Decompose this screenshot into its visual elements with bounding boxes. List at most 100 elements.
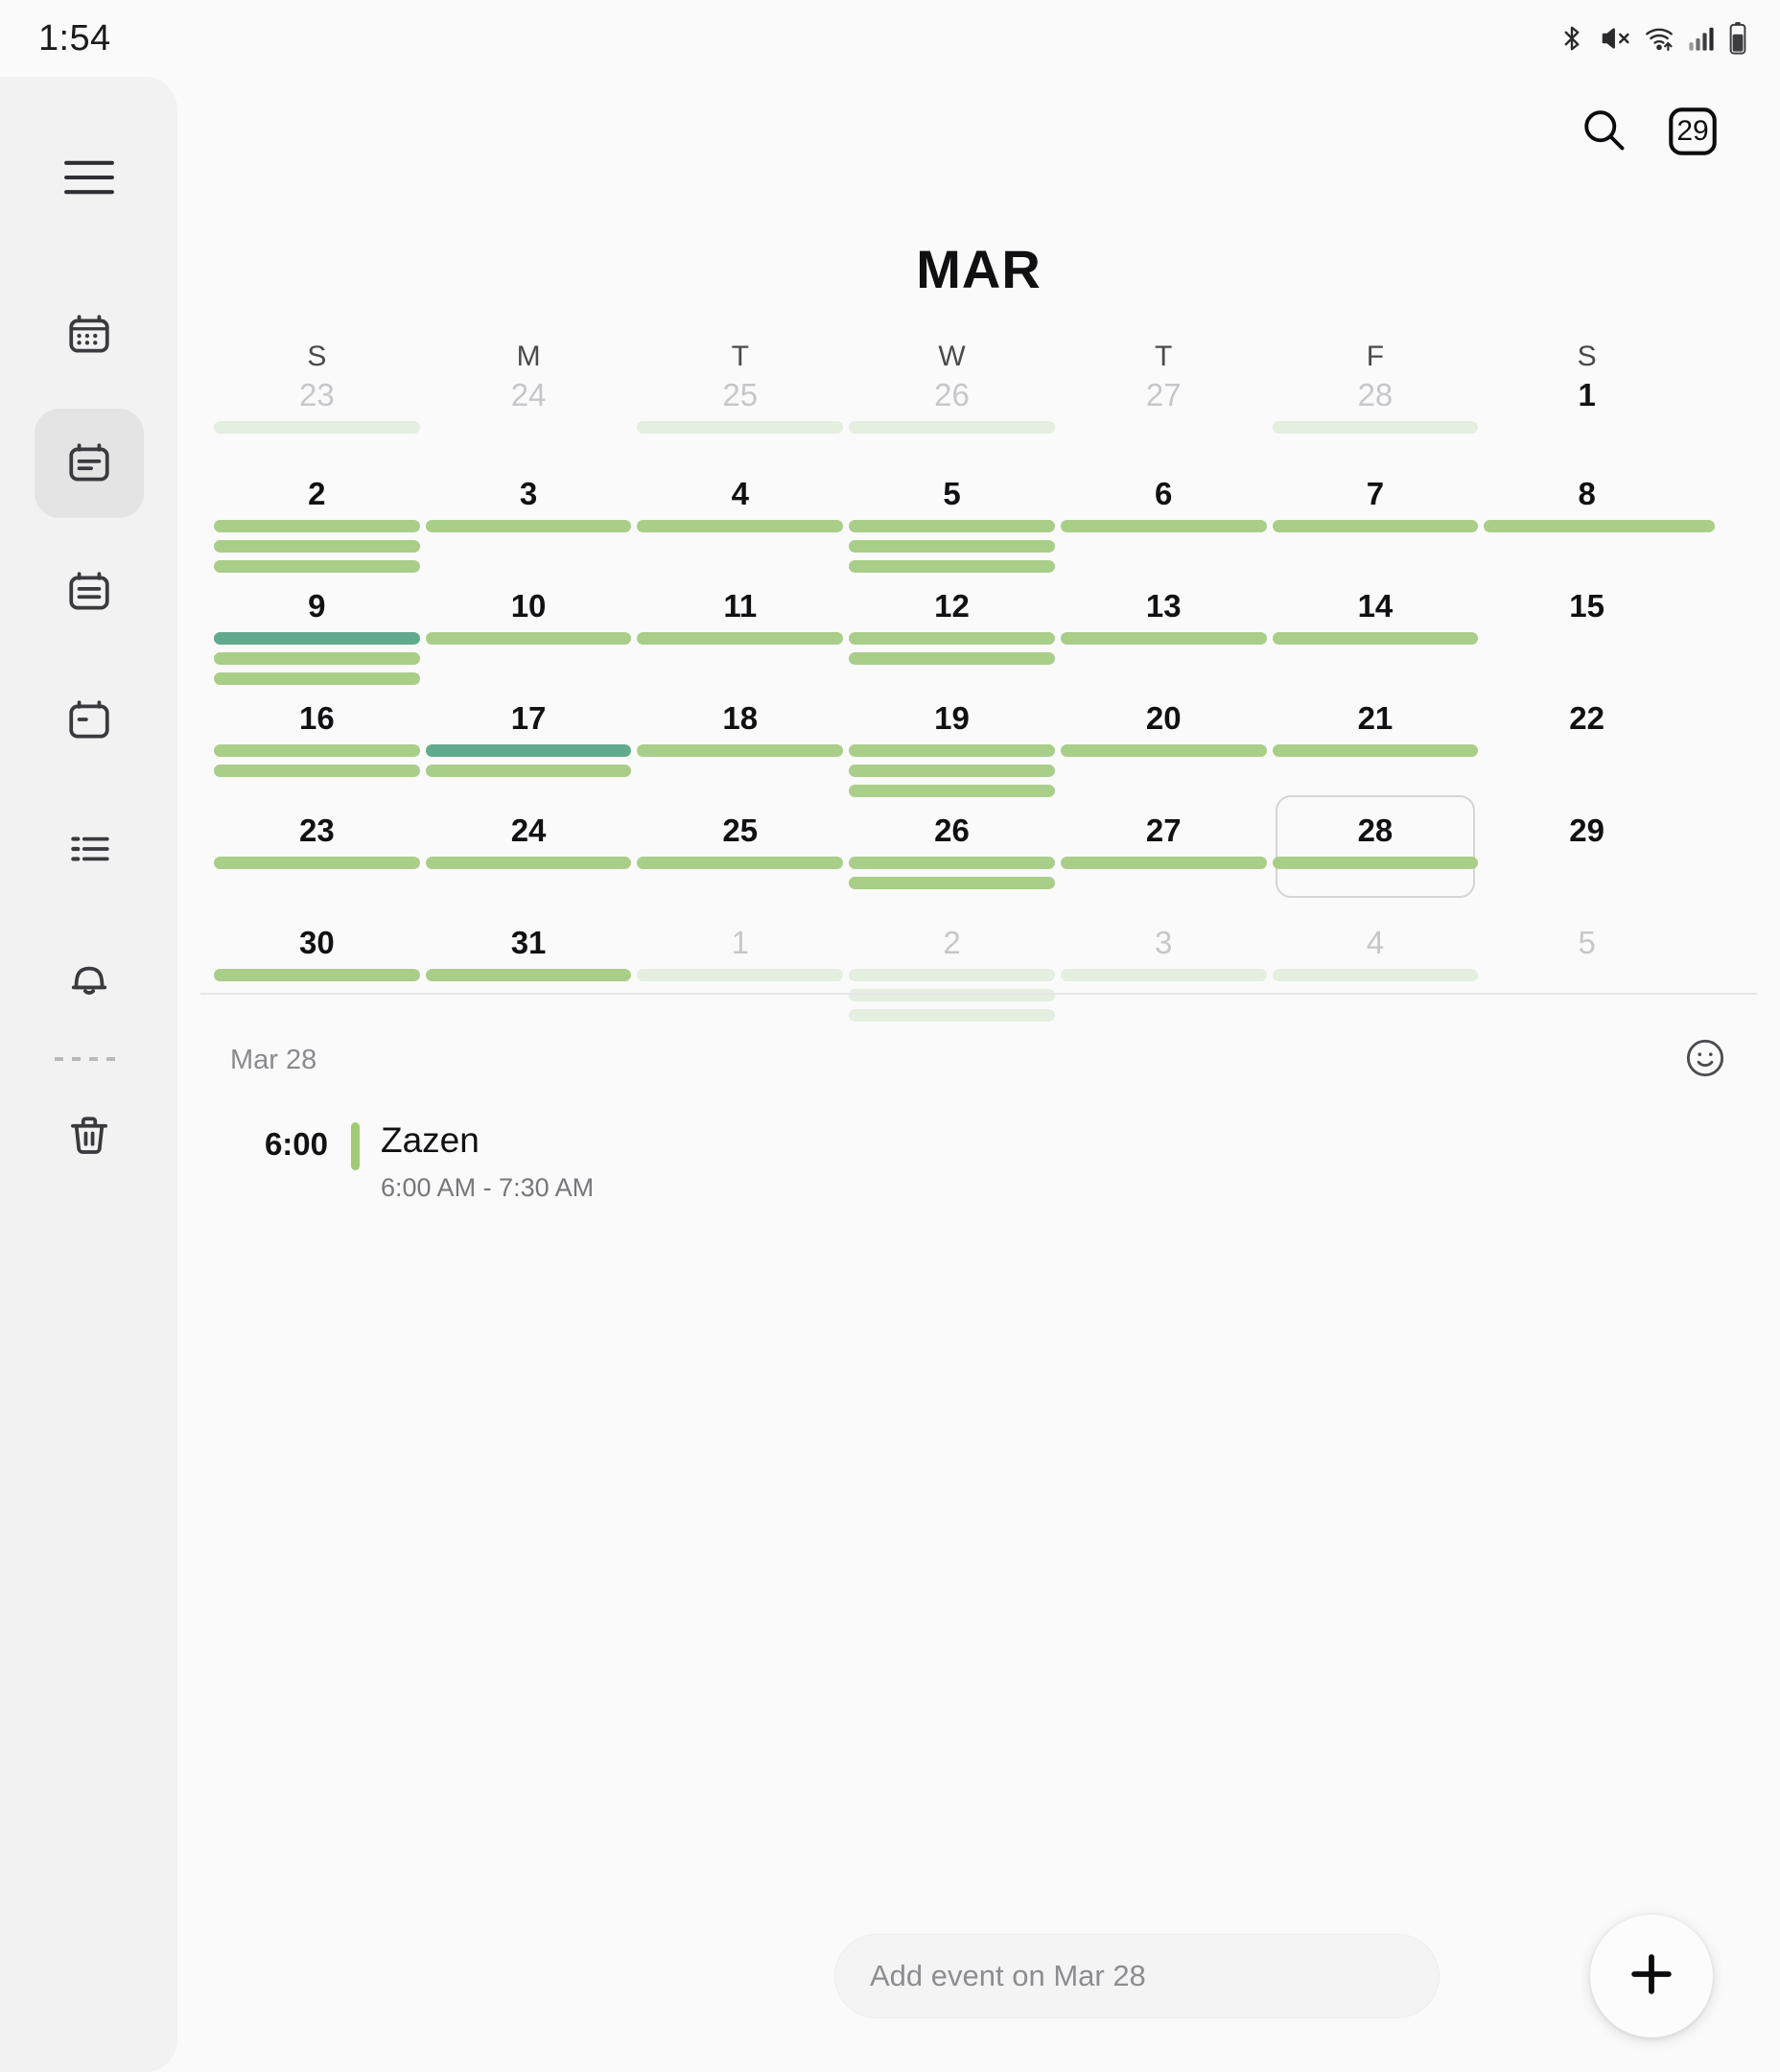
sidebar-item-schedule-view[interactable] — [34, 409, 144, 518]
calendar-day-cell[interactable]: 6 — [1058, 472, 1270, 584]
event-bar[interactable] — [214, 765, 420, 777]
calendar-day-cell[interactable]: 25 — [634, 809, 846, 921]
calendar-day-cell[interactable]: 24 — [423, 809, 635, 921]
mood-button[interactable] — [1683, 1036, 1727, 1085]
event-bar[interactable] — [637, 969, 844, 981]
event-bar[interactable] — [1272, 421, 1479, 434]
calendar-day-cell[interactable]: 16 — [211, 696, 423, 809]
sidebar-item-agenda-list[interactable] — [35, 794, 144, 904]
calendar-day-cell[interactable]: 17 — [423, 696, 635, 809]
calendar-day-cell[interactable]: 5 — [846, 472, 1058, 584]
event-bar[interactable] — [637, 857, 844, 869]
event-bar[interactable] — [1060, 857, 1267, 869]
calendar-day-cell[interactable]: 9 — [211, 584, 423, 696]
event-bar[interactable] — [1272, 969, 1479, 981]
event-bar[interactable] — [1272, 857, 1479, 869]
calendar-day-cell[interactable]: 25 — [634, 373, 846, 472]
calendar-day-cell[interactable]: 21 — [1270, 696, 1482, 809]
event-bar[interactable] — [849, 540, 1055, 553]
sidebar-item-trash[interactable] — [35, 1082, 144, 1191]
event-bar[interactable] — [425, 857, 632, 869]
event-bar[interactable] — [849, 744, 1055, 757]
event-list-item[interactable]: 6:00 Zazen 6:00 AM - 7:30 AM — [230, 1121, 1727, 1203]
calendar-day-cell[interactable]: 31 — [423, 921, 635, 1033]
event-bar[interactable] — [849, 785, 1055, 797]
event-bar[interactable] — [637, 421, 844, 434]
event-bar[interactable] — [637, 632, 844, 645]
event-bar[interactable] — [849, 765, 1055, 777]
calendar-day-cell[interactable]: 3 — [423, 472, 635, 584]
event-bar[interactable] — [214, 744, 420, 757]
event-bar[interactable] — [425, 520, 632, 532]
calendar-day-cell[interactable]: 11 — [634, 584, 846, 696]
event-bar[interactable] — [1060, 744, 1267, 757]
sidebar-item-hamburger-menu[interactable] — [35, 123, 144, 232]
calendar-day-cell[interactable]: 4 — [634, 472, 846, 584]
calendar-day-cell[interactable]: 1 — [1481, 373, 1693, 472]
event-bar[interactable] — [849, 520, 1055, 532]
calendar-day-cell[interactable]: 23 — [211, 373, 423, 472]
calendar-day-cell[interactable]: 3 — [1058, 921, 1270, 1033]
calendar-day-cell[interactable]: 22 — [1481, 696, 1693, 809]
add-event-fab[interactable] — [1590, 1915, 1713, 2037]
event-bar[interactable] — [425, 744, 632, 757]
event-bar[interactable] — [637, 520, 844, 532]
calendar-day-cell[interactable]: 1 — [634, 921, 846, 1033]
calendar-day-cell[interactable]: 26 — [846, 809, 1058, 921]
event-bar[interactable] — [1060, 632, 1267, 645]
calendar-day-cell[interactable]: 28 — [1270, 373, 1482, 472]
event-bar[interactable] — [849, 989, 1055, 1001]
event-bar[interactable] — [214, 969, 420, 981]
sidebar-item-month-view[interactable] — [35, 280, 144, 389]
event-bar[interactable] — [1484, 520, 1715, 532]
calendar-day-cell[interactable]: 18 — [634, 696, 846, 809]
event-bar[interactable] — [425, 765, 632, 777]
calendar-day-cell[interactable]: 23 — [211, 809, 423, 921]
event-bar[interactable] — [849, 421, 1055, 434]
event-bar[interactable] — [214, 540, 420, 553]
add-event-input[interactable] — [870, 1959, 1439, 1993]
calendar-day-cell[interactable]: 5 — [1481, 921, 1693, 1033]
today-button[interactable]: 29 — [1665, 104, 1721, 159]
event-bar[interactable] — [1060, 969, 1267, 981]
event-bar[interactable] — [849, 969, 1055, 981]
calendar-day-cell[interactable]: 29 — [1481, 809, 1693, 921]
event-bar[interactable] — [214, 672, 420, 685]
sidebar-item-day-view[interactable] — [35, 666, 144, 775]
event-bar[interactable] — [849, 560, 1055, 573]
calendar-day-cell[interactable]: 2 — [846, 921, 1058, 1033]
event-bar[interactable] — [214, 520, 420, 532]
event-bar[interactable] — [849, 877, 1055, 889]
search-button[interactable] — [1579, 105, 1628, 159]
event-bar[interactable] — [849, 1009, 1055, 1022]
calendar-day-cell[interactable]: 30 — [211, 921, 423, 1033]
calendar-day-cell[interactable]: 20 — [1058, 696, 1270, 809]
calendar-day-cell[interactable]: 26 — [846, 373, 1058, 472]
event-bar[interactable] — [214, 421, 420, 434]
event-bar[interactable] — [849, 652, 1055, 665]
calendar-day-cell[interactable]: 19 — [846, 696, 1058, 809]
calendar-day-cell[interactable]: 13 — [1058, 584, 1270, 696]
calendar-day-cell[interactable]: 15 — [1481, 584, 1693, 696]
event-bar[interactable] — [637, 744, 844, 757]
calendar-day-cell[interactable]: 7 — [1270, 472, 1482, 584]
event-bar[interactable] — [214, 652, 420, 665]
event-bar[interactable] — [425, 969, 632, 981]
event-bar[interactable] — [214, 560, 420, 573]
calendar-day-cell[interactable]: 14 — [1270, 584, 1482, 696]
event-bar[interactable] — [214, 632, 420, 645]
calendar-day-cell[interactable]: 10 — [423, 584, 635, 696]
calendar-day-cell[interactable]: 8 — [1481, 472, 1715, 584]
event-bar[interactable] — [849, 857, 1055, 869]
event-bar[interactable] — [1272, 520, 1479, 532]
event-bar[interactable] — [1272, 744, 1479, 757]
calendar-day-cell[interactable]: 27 — [1058, 809, 1270, 921]
calendar-day-cell[interactable]: 12 — [846, 584, 1058, 696]
event-bar[interactable] — [1060, 520, 1267, 532]
event-bar[interactable] — [425, 632, 632, 645]
event-bar[interactable] — [1272, 632, 1479, 645]
sidebar-item-notifications[interactable] — [35, 923, 144, 1032]
calendar-day-cell[interactable]: 4 — [1270, 921, 1482, 1033]
calendar-day-cell[interactable]: 2 — [211, 472, 423, 584]
calendar-day-cell[interactable]: 24 — [423, 373, 635, 472]
